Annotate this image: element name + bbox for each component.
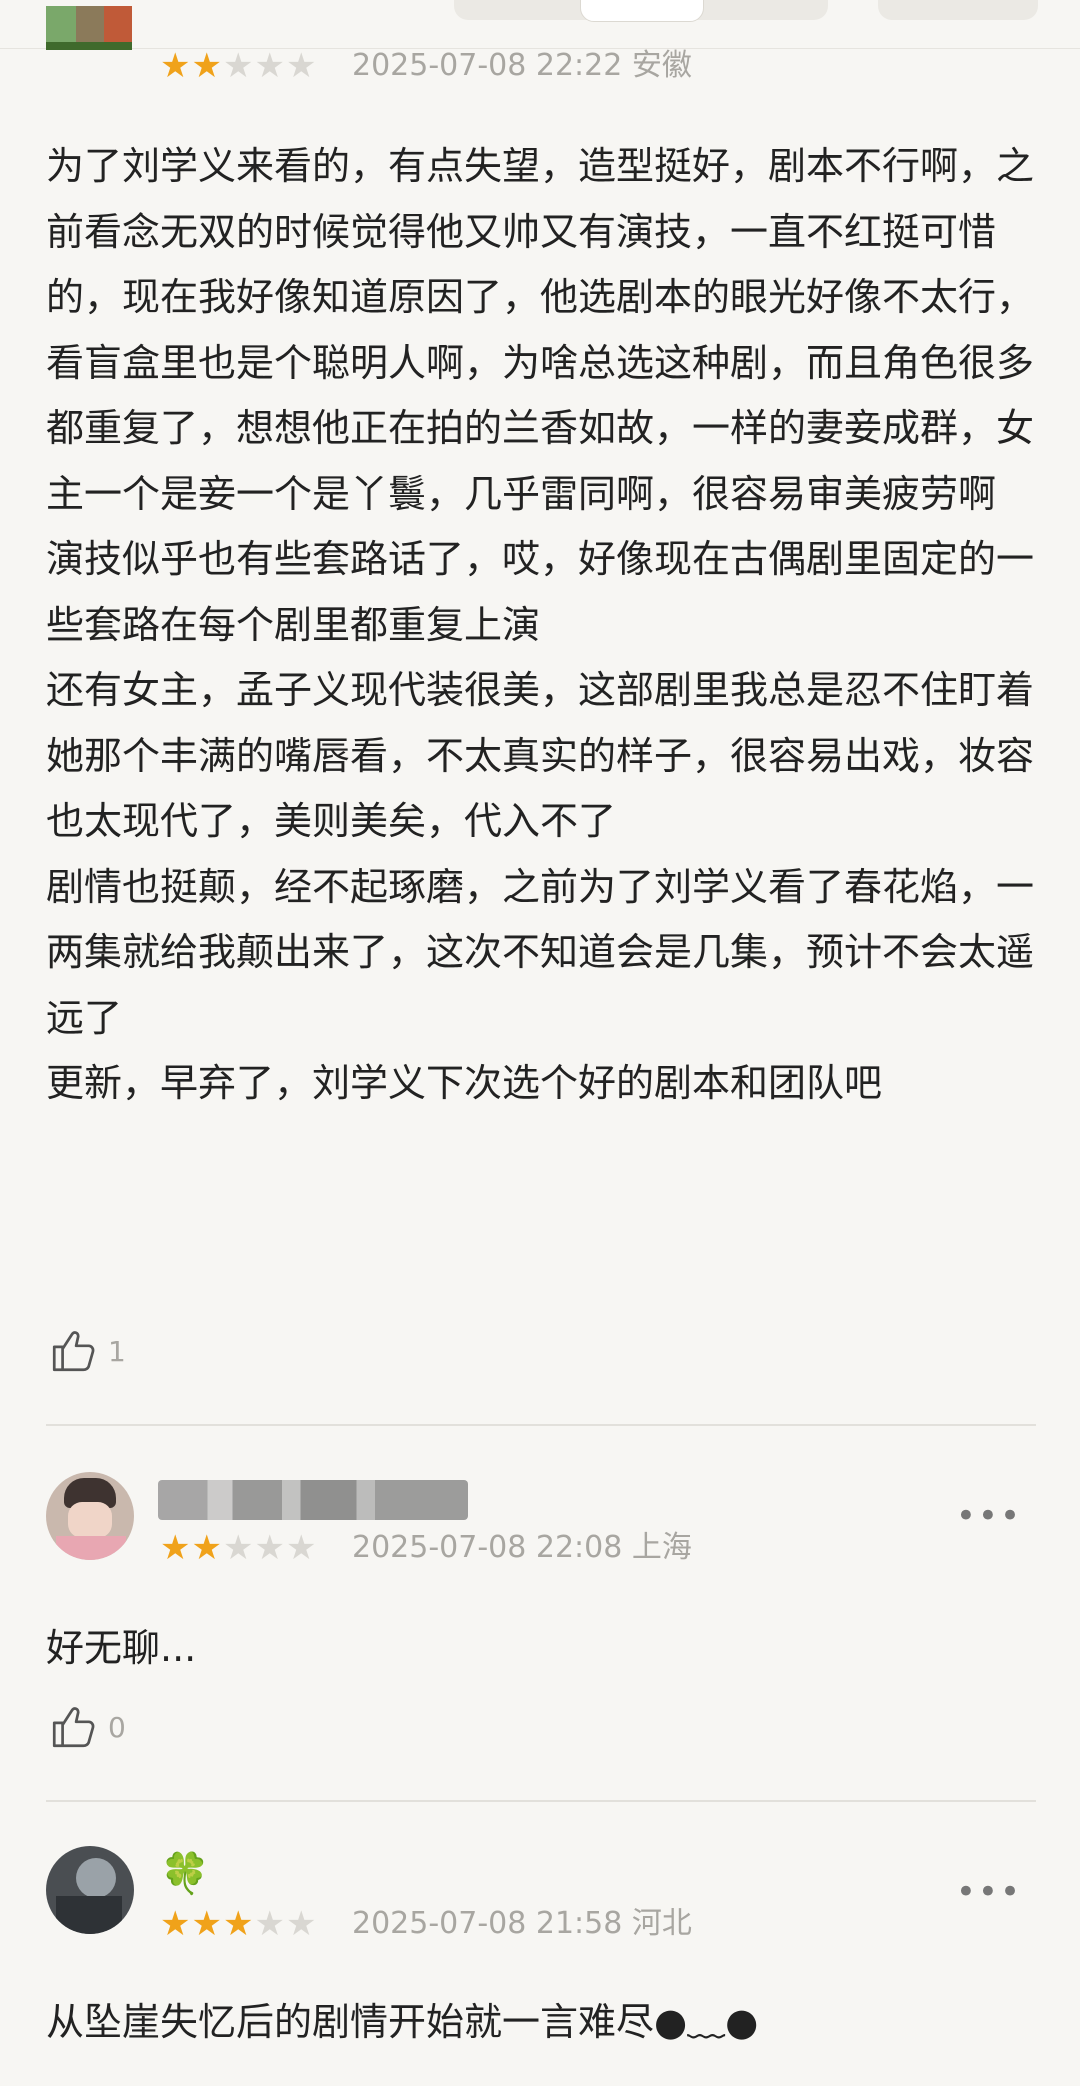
avatar[interactable] <box>46 1846 134 1934</box>
star-empty-icon: ★ <box>254 1904 286 1944</box>
like-button[interactable]: 0 <box>48 1700 126 1754</box>
more-options-button[interactable]: ••• <box>956 1872 1022 1912</box>
like-count: 1 <box>108 1334 126 1368</box>
star-filled-icon: ★ <box>160 1904 192 1944</box>
star-filled-icon: ★ <box>160 46 192 86</box>
avatar[interactable] <box>46 1472 134 1560</box>
avatar[interactable] <box>46 0 132 82</box>
star-filled-icon: ★ <box>222 1904 255 1944</box>
star-filled-icon: ★ <box>160 1528 192 1568</box>
tab-pill[interactable] <box>878 0 1038 20</box>
star-empty-icon: ★ <box>285 1528 318 1568</box>
divider <box>46 1424 1036 1426</box>
tab-pill-active[interactable] <box>580 0 704 22</box>
review-meta: 2025-07-08 22:22 安徽 <box>352 46 692 86</box>
like-button[interactable]: 1 <box>48 1324 126 1378</box>
star-empty-icon: ★ <box>285 1904 318 1944</box>
star-filled-icon: ★ <box>191 1528 223 1568</box>
star-empty-icon: ★ <box>285 46 318 86</box>
divider <box>46 1800 1036 1802</box>
review-date: 2025-07-08 22:08 <box>352 1530 623 1565</box>
review-date: 2025-07-08 21:58 <box>352 1906 623 1941</box>
star-empty-icon: ★ <box>254 1528 286 1568</box>
more-options-button[interactable]: ••• <box>956 1496 1022 1536</box>
username-blurred[interactable] <box>158 1480 468 1520</box>
thumbs-up-icon <box>52 1707 95 1748</box>
star-empty-icon: ★ <box>254 46 286 86</box>
review-content: 好无聊... <box>46 1626 197 1670</box>
review-content: 为了刘学义来看的，有点失望，造型挺好，剧本不行啊，之前看念无双的时候觉得他又帅又… <box>46 144 1035 1105</box>
thumbs-up-icon <box>52 1331 95 1372</box>
review-location: 安徽 <box>631 48 692 83</box>
star-filled-icon: ★ <box>191 1904 223 1944</box>
star-empty-icon: ★ <box>222 46 255 86</box>
star-filled-icon: ★ <box>191 46 223 86</box>
star-empty-icon: ★ <box>222 1528 255 1568</box>
top-tab-bar <box>0 0 1080 49</box>
like-count: 0 <box>108 1710 126 1744</box>
review-meta: 2025-07-08 22:08 上海 <box>352 1528 692 1568</box>
review-meta: 2025-07-08 21:58 河北 <box>352 1904 692 1944</box>
review-location: 河北 <box>631 1906 692 1941</box>
review-content: 从坠崖失忆后的剧情开始就一言难尽●﹏● <box>46 2000 759 2044</box>
username-clover-icon[interactable]: 🍀 <box>160 1848 212 1900</box>
rating-stars: ★★★★★ <box>160 1904 317 1944</box>
review-date: 2025-07-08 22:22 <box>352 48 623 83</box>
review-location: 上海 <box>631 1530 692 1565</box>
rating-stars: ★★★★★ <box>160 46 317 86</box>
rating-stars: ★★★★★ <box>160 1528 317 1568</box>
